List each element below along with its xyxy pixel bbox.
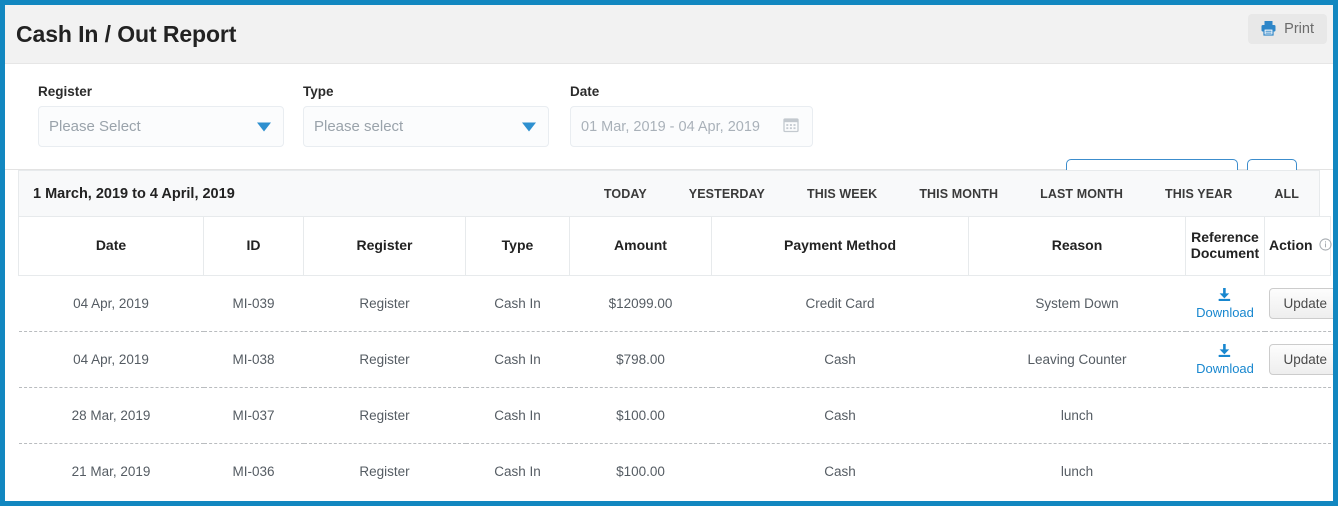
cell-payment-method: Cash (711, 387, 969, 444)
register-filter: Register Please Select (38, 84, 284, 147)
report-panel: 1 March, 2019 to 4 April, 2019 TODAY YEST… (18, 170, 1333, 499)
type-select[interactable]: Please select (303, 106, 549, 147)
table-row: 21 Mar, 2019 MI-036 Register Cash In $100.00… (19, 444, 1331, 500)
chevron-down-icon (522, 122, 536, 131)
cell-amount: $12099.00 (569, 275, 712, 332)
download-icon (1216, 287, 1233, 306)
column-header-action-label: Action (1269, 237, 1313, 254)
date-label: Date (570, 84, 600, 99)
cell-id: MI-039 (203, 275, 304, 332)
cell-amount: $798.00 (569, 331, 712, 388)
cell-type: Cash In (465, 387, 570, 444)
table-row: 28 Mar, 2019 MI-037 Register Cash In $100.00… (18, 387, 1331, 444)
cell-reason: System Down (968, 275, 1186, 332)
table-row: 04 Apr, 2019 MI-039 Register Cash In $12099.… (18, 275, 1333, 332)
column-header-register: Register (303, 216, 466, 276)
chevron-down-icon (257, 122, 271, 131)
table-body: 04 Apr, 2019 MI-039 Register Cash In $12099.… (18, 275, 1333, 500)
column-header-amount: Amount (569, 216, 712, 276)
register-select-value: Please Select (49, 118, 141, 135)
quick-filter-this-month[interactable]: THIS MONTH (898, 187, 1019, 201)
register-select[interactable]: Please Select (38, 106, 284, 147)
cell-id: MI-038 (203, 331, 304, 388)
register-label: Register (38, 84, 93, 99)
cell-type: Cash In (465, 331, 570, 388)
quick-filter-this-year[interactable]: THIS YEAR (1144, 187, 1253, 201)
download-link[interactable]: Download (1196, 287, 1254, 319)
download-link-label: Download (1196, 305, 1254, 320)
column-header-id: ID (203, 216, 304, 276)
cell-id: MI-036 (232, 464, 275, 479)
quick-filter-last-month[interactable]: LAST MONTH (1019, 187, 1144, 201)
cell-date: 21 Mar, 2019 (71, 464, 151, 479)
quick-filter-group: TODAY YESTERDAY THIS WEEK THIS MONTH LAST MO… (583, 171, 1319, 216)
cell-type: Cash In (494, 464, 541, 479)
column-header-reference-document: Reference Document (1185, 216, 1265, 276)
date-range-value: 01 Mar, 2019 - 04 Apr, 2019 (581, 118, 760, 135)
cell-action (1265, 444, 1331, 500)
print-button[interactable]: Print (1248, 14, 1327, 44)
cell-type: Cash In (465, 275, 570, 332)
cell-reference-document (1185, 387, 1265, 444)
cash-in-out-report-window: Cash In / Out Report Print Register Plea… (0, 0, 1338, 506)
cash-report-table: Date ID Register Type Amount Payment Met… (18, 216, 1333, 500)
cell-payment-method: Cash (711, 331, 969, 388)
table-header-row: Date ID Register Type Amount Payment Met… (18, 216, 1332, 276)
download-icon (1216, 343, 1233, 362)
column-header-action: Action (1264, 216, 1332, 276)
cell-amount: $100.00 (616, 464, 665, 479)
cell-reason: lunch (968, 387, 1186, 444)
update-button[interactable]: Update (1268, 344, 1333, 375)
download-link-label: Download (1196, 361, 1254, 376)
quick-filter-all[interactable]: ALL (1253, 187, 1319, 201)
print-button-label: Print (1284, 21, 1314, 37)
cell-payment-method: Credit Card (711, 275, 969, 332)
cell-reason: lunch (1060, 464, 1094, 479)
window-titlebar: Cash In / Out Report Print (5, 5, 1333, 64)
cell-action: Update (1264, 331, 1333, 388)
column-header-payment-method: Payment Method (711, 216, 969, 276)
cell-register: Register (303, 275, 466, 332)
quick-filter-yesterday[interactable]: YESTERDAY (668, 187, 786, 201)
page-title: Cash In / Out Report (16, 20, 237, 47)
cell-date: 04 Apr, 2019 (18, 275, 204, 332)
quick-filter-this-week[interactable]: THIS WEEK (786, 187, 898, 201)
cell-register: Register (303, 331, 466, 388)
cell-date: 04 Apr, 2019 (18, 331, 204, 388)
download-link[interactable]: Download (1196, 343, 1254, 375)
info-circle-icon[interactable] (1318, 238, 1332, 255)
cell-amount: $100.00 (569, 387, 712, 444)
cell-reference-document (1186, 444, 1265, 500)
cell-reference-document: Download (1185, 331, 1265, 388)
column-header-reason: Reason (968, 216, 1186, 276)
cell-payment-method: Cash (824, 464, 856, 479)
cell-register: Register (303, 387, 466, 444)
quick-filter-today[interactable]: TODAY (583, 187, 668, 201)
cell-action (1264, 387, 1331, 444)
cell-register: Register (359, 464, 410, 479)
filter-toolbar: Register Please Select Type Please selec… (5, 64, 1333, 204)
table-row: 04 Apr, 2019 MI-038 Register Cash In $798.00… (18, 331, 1333, 388)
cell-reason: Leaving Counter (968, 331, 1186, 388)
update-button[interactable]: Update (1268, 288, 1333, 319)
date-filter: Date 01 Mar, 2019 - 04 Apr, 2019 (570, 84, 813, 147)
printer-icon (1260, 20, 1277, 39)
type-label: Type (303, 84, 334, 99)
report-range-title: 1 March, 2019 to 4 April, 2019 (33, 185, 235, 202)
report-range-bar: 1 March, 2019 to 4 April, 2019 TODAY YEST… (18, 170, 1320, 216)
column-header-type: Type (465, 216, 570, 276)
type-select-value: Please select (314, 118, 404, 135)
cell-reference-document: Download (1185, 275, 1265, 332)
cell-date: 28 Mar, 2019 (18, 387, 204, 444)
type-filter: Type Please select (303, 84, 549, 147)
column-header-date: Date (18, 216, 204, 276)
calendar-icon (783, 116, 799, 137)
cell-id: MI-037 (203, 387, 304, 444)
cell-action: Update (1264, 275, 1333, 332)
date-range-input[interactable]: 01 Mar, 2019 - 04 Apr, 2019 (570, 106, 813, 147)
